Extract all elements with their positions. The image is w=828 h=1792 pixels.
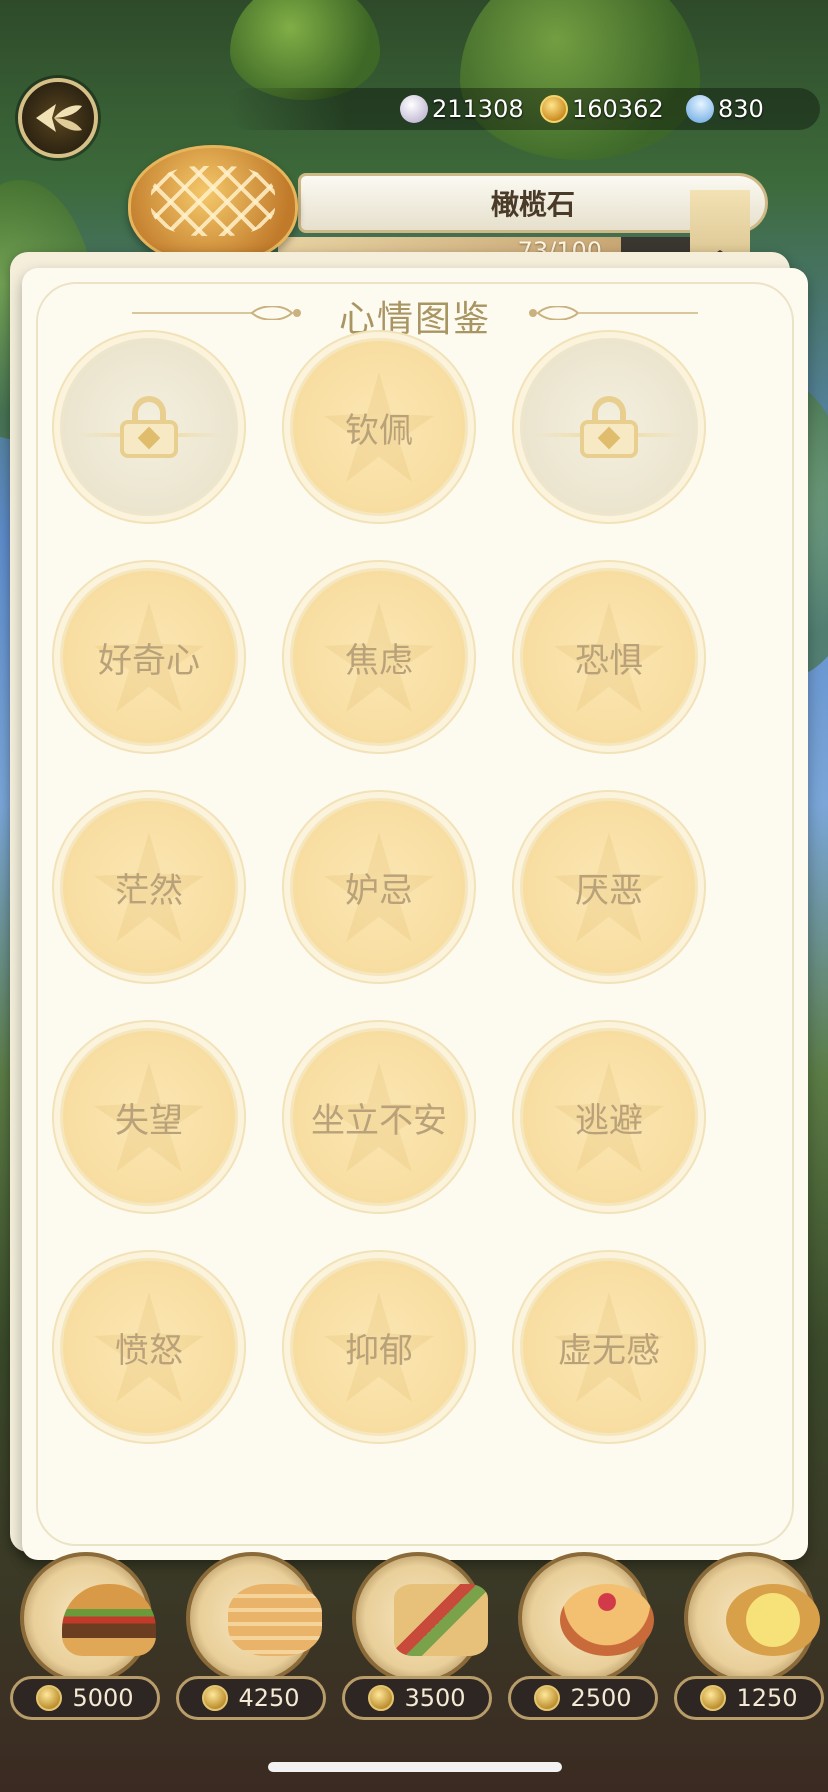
currency-shell[interactable]: 211308	[400, 90, 524, 128]
mood-item[interactable]: 钦佩	[290, 338, 468, 516]
lock-icon	[120, 396, 178, 458]
background-leaf	[460, 0, 700, 160]
food-price: 3500	[404, 1684, 466, 1712]
food-plate	[20, 1552, 156, 1684]
price-tag: 5000	[10, 1676, 160, 1720]
price-tag: 4250	[176, 1676, 326, 1720]
mood-item[interactable]: 茫然	[60, 798, 238, 976]
coin-icon	[202, 1685, 229, 1711]
mood-label: 坐立不安	[311, 1100, 447, 1141]
pancake-icon	[228, 1584, 322, 1656]
pudding-icon	[560, 1584, 654, 1656]
food-item[interactable]: 3500	[334, 1552, 500, 1732]
gem-icon	[680, 89, 720, 129]
mood-item[interactable]: 抑郁	[290, 1258, 468, 1436]
food-plate	[684, 1552, 820, 1684]
back-arrow-icon	[36, 104, 82, 132]
character-header: 73/100 橄榄石	[128, 145, 768, 265]
coin-icon	[36, 1685, 63, 1711]
mood-item[interactable]: 逃避	[520, 1028, 698, 1206]
mood-item[interactable]: 虚无感	[520, 1258, 698, 1436]
coin-icon	[534, 1685, 561, 1711]
mood-item[interactable]: 妒忌	[290, 798, 468, 976]
title-flourish-right-icon	[529, 306, 698, 320]
mood-label: 茫然	[115, 870, 183, 911]
mood-label: 好奇心	[98, 640, 200, 681]
mood-item[interactable]: 坐立不安	[290, 1028, 468, 1206]
bread-avatar-icon	[128, 145, 298, 265]
mood-item[interactable]: 恐惧	[520, 568, 698, 746]
game-scene: 211308 160362 830 73/100 橄榄石 心情图鉴 钦佩 好奇心…	[0, 0, 828, 1792]
mood-item[interactable]: 焦虑	[290, 568, 468, 746]
burger-icon	[62, 1584, 156, 1656]
food-price: 4250	[238, 1684, 300, 1712]
food-plate	[186, 1552, 322, 1684]
mood-label: 厌恶	[575, 870, 643, 911]
mood-label: 焦虑	[345, 640, 413, 681]
mood-label: 逃避	[575, 1100, 643, 1141]
currency-gem[interactable]: 830	[680, 89, 764, 129]
mood-label: 钦佩	[345, 410, 413, 451]
mood-label: 虚无感	[558, 1330, 660, 1371]
coin-icon	[700, 1685, 727, 1711]
mood-item[interactable]: 失望	[60, 1028, 238, 1206]
currency-value: 160362	[572, 95, 664, 123]
mood-item[interactable]: 好奇心	[60, 568, 238, 746]
lock-icon	[580, 396, 638, 458]
mood-item[interactable]: 厌恶	[520, 798, 698, 976]
price-tag: 3500	[342, 1676, 492, 1720]
mood-label: 失望	[115, 1100, 183, 1141]
back-button[interactable]	[18, 78, 98, 158]
sandwich-icon	[394, 1584, 488, 1656]
currency-value: 211308	[432, 95, 524, 123]
coin-icon	[368, 1685, 395, 1711]
currency-value: 830	[718, 95, 764, 123]
food-price: 5000	[72, 1684, 134, 1712]
mood-item[interactable]: 愤怒	[60, 1258, 238, 1436]
mood-label: 恐惧	[575, 640, 643, 681]
coin-icon	[540, 95, 568, 123]
food-plate	[518, 1552, 654, 1684]
food-item[interactable]: 4250	[168, 1552, 334, 1732]
food-plate	[352, 1552, 488, 1684]
food-shelf: 5000 4250 3500 2500 1250	[0, 1552, 828, 1732]
food-item[interactable]: 2500	[500, 1552, 666, 1732]
mood-label: 抑郁	[345, 1330, 413, 1371]
mood-locked-slot[interactable]	[520, 338, 698, 516]
mood-label: 妒忌	[345, 870, 413, 911]
food-item[interactable]: 5000	[2, 1552, 168, 1732]
home-indicator[interactable]	[268, 1762, 562, 1772]
background-leaf	[230, 0, 380, 100]
currency-coin[interactable]: 160362	[540, 90, 664, 128]
food-price: 1250	[736, 1684, 798, 1712]
shell-icon	[400, 95, 428, 123]
mood-locked-slot[interactable]	[60, 338, 238, 516]
price-tag: 1250	[674, 1676, 824, 1720]
price-tag: 2500	[508, 1676, 658, 1720]
food-price: 2500	[570, 1684, 632, 1712]
mood-label: 愤怒	[115, 1330, 183, 1371]
tart-icon	[726, 1584, 820, 1656]
mood-collection-panel: 心情图鉴 钦佩 好奇心 焦虑 恐惧 茫然 妒忌 厌恶 失望 坐立不安 逃避 愤怒 抑郁 虚无感	[22, 268, 808, 1560]
food-item[interactable]: 1250	[666, 1552, 828, 1732]
